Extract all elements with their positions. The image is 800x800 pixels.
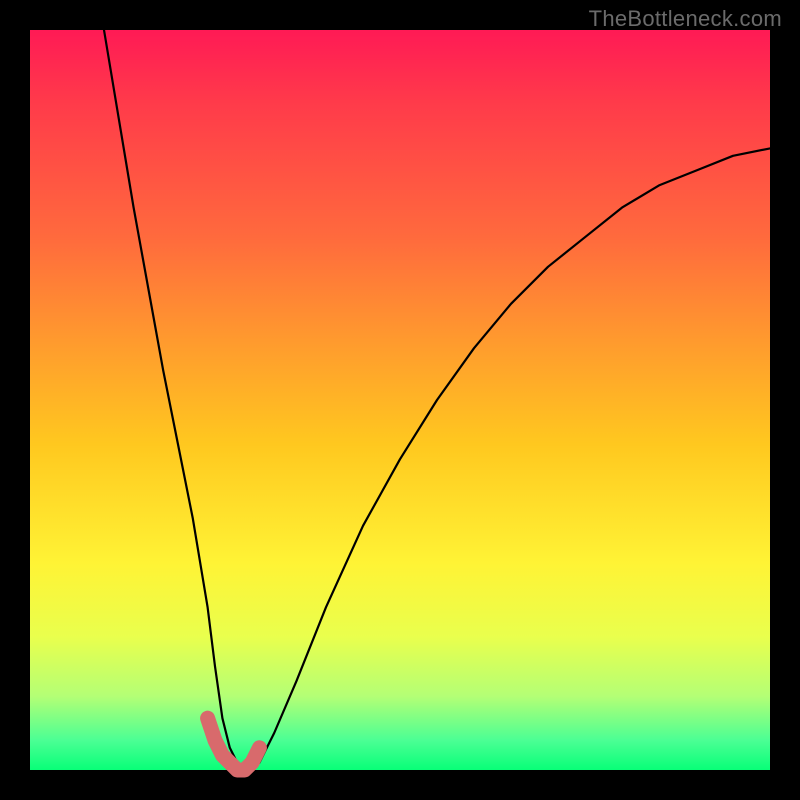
bottleneck-curve-path (104, 30, 770, 770)
watermark-text: TheBottleneck.com (589, 6, 782, 32)
outer-frame: TheBottleneck.com (0, 0, 800, 800)
highlight-segment-path (208, 718, 260, 770)
chart-svg (30, 30, 770, 770)
